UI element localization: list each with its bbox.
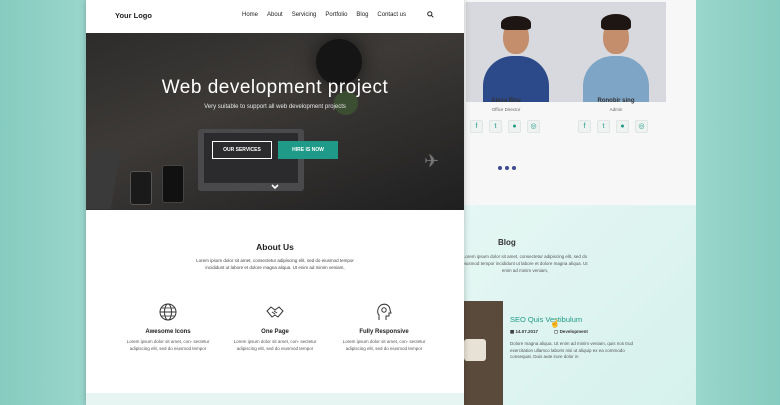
blog-post-meta: ▦ 14.07.2017 ▢ Development — [510, 329, 588, 335]
social-links: f t ● ◎ — [470, 120, 540, 133]
dribbble-icon[interactable]: ◎ — [527, 120, 540, 133]
blog-intro: Lorem ipsum dolor sit amet, consectetur … — [462, 254, 588, 273]
nav-item-servicing[interactable]: Servicing — [292, 12, 317, 18]
feature-text: Lorem ipsum dolor sit amet, con- sectetu… — [342, 339, 426, 351]
search-icon[interactable] — [427, 11, 434, 18]
airplane-icon: ✈ — [424, 151, 440, 171]
twitter-icon[interactable]: t — [489, 120, 502, 133]
feature-one-page: One Page Lorem ipsum dolor sit amet, con… — [229, 302, 321, 352]
about-text: Lorem ipsum dolor sit amet, consectetur … — [196, 258, 354, 270]
social-links: f t ● ◎ — [578, 120, 648, 133]
nav-item-blog[interactable]: Blog — [356, 12, 368, 18]
facebook-icon[interactable]: f — [470, 120, 483, 133]
person-image — [581, 12, 651, 102]
blog-post-excerpt: Dolore magna aliqua. Ut enim ad minim ve… — [510, 341, 634, 359]
post-category: Development — [559, 329, 588, 334]
member-name: Ronobir sing — [597, 98, 635, 104]
facebook-icon[interactable]: f — [578, 120, 591, 133]
background-left — [0, 0, 86, 405]
feature-title: Fully Responsive — [359, 329, 409, 335]
chevron-down-icon[interactable] — [270, 183, 280, 191]
hero-title: Web development project — [161, 77, 389, 98]
nav-item-portfolio[interactable]: Portfolio — [325, 12, 347, 18]
handshake-icon — [266, 306, 284, 318]
person-image — [481, 12, 551, 102]
our-services-button[interactable]: OUR SERVICES — [212, 141, 272, 159]
blog-section: Blog Lorem ipsum dolor sit amet, consect… — [440, 205, 696, 405]
globe-icon — [159, 303, 177, 321]
feature-title: One Page — [261, 329, 289, 335]
chat-icon[interactable]: ● — [508, 120, 521, 133]
team-photo-alexa — [466, 2, 566, 102]
folder-icon: ▢ Development — [554, 329, 588, 334]
nav-item-about[interactable]: About — [267, 12, 283, 18]
next-section-edge — [86, 393, 464, 405]
about-title: About Us — [256, 242, 294, 252]
head-gear-icon — [377, 303, 392, 320]
main-page-preview: Your Logo Home About Servicing Portfolio… — [86, 0, 464, 405]
twitter-icon[interactable]: t — [597, 120, 610, 133]
dribbble-icon[interactable]: ◎ — [635, 120, 648, 133]
hero-banner: ✈ Web development project Very suitable … — [86, 33, 464, 210]
hero-bg-tablet — [86, 149, 122, 209]
member-role: Admin — [609, 107, 623, 112]
calendar-icon: ▦ 14.07.2017 — [510, 329, 539, 334]
top-navbar: Your Logo Home About Servicing Portfolio… — [86, 0, 464, 33]
hero-bg-phone — [162, 165, 184, 203]
carousel-dots[interactable] — [498, 166, 516, 170]
hero-subtitle: Very suitable to support all web develop… — [204, 104, 346, 110]
nav-item-contact[interactable]: Contact us — [377, 12, 406, 18]
hero-bg-phone — [130, 171, 152, 205]
member-name: Alexa Biru — [491, 98, 521, 104]
blog-title: Blog — [498, 238, 516, 247]
nav-menu: Home About Servicing Portfolio Blog Cont… — [242, 12, 406, 18]
hire-now-button[interactable]: HIRE IS NOW — [278, 141, 338, 159]
hand-cursor-icon: ☝ — [550, 319, 560, 328]
secondary-page-preview: Alexa Biru Office Director Ronobir sing … — [440, 0, 696, 405]
member-role: Office Director — [491, 107, 521, 112]
logo[interactable]: Your Logo — [115, 11, 152, 20]
nav-item-home[interactable]: Home — [242, 12, 258, 18]
feature-awesome-icons: Awesome Icons Lorem ipsum dolor sit amet… — [122, 302, 214, 352]
post-date: 14.07.2017 — [515, 329, 539, 334]
feature-text: Lorem ipsum dolor sit amet, con- sectetu… — [233, 339, 317, 351]
feature-title: Awesome Icons — [145, 329, 191, 335]
team-photo-ronobir — [566, 2, 666, 102]
feature-fully-responsive: Fully Responsive Lorem ipsum dolor sit a… — [338, 302, 430, 352]
blog-post-title[interactable]: SEO Quis Vestibulum — [510, 315, 582, 324]
background-right — [694, 0, 780, 405]
feature-text: Lorem ipsum dolor sit amet, con- sectetu… — [126, 339, 210, 351]
chat-icon[interactable]: ● — [616, 120, 629, 133]
